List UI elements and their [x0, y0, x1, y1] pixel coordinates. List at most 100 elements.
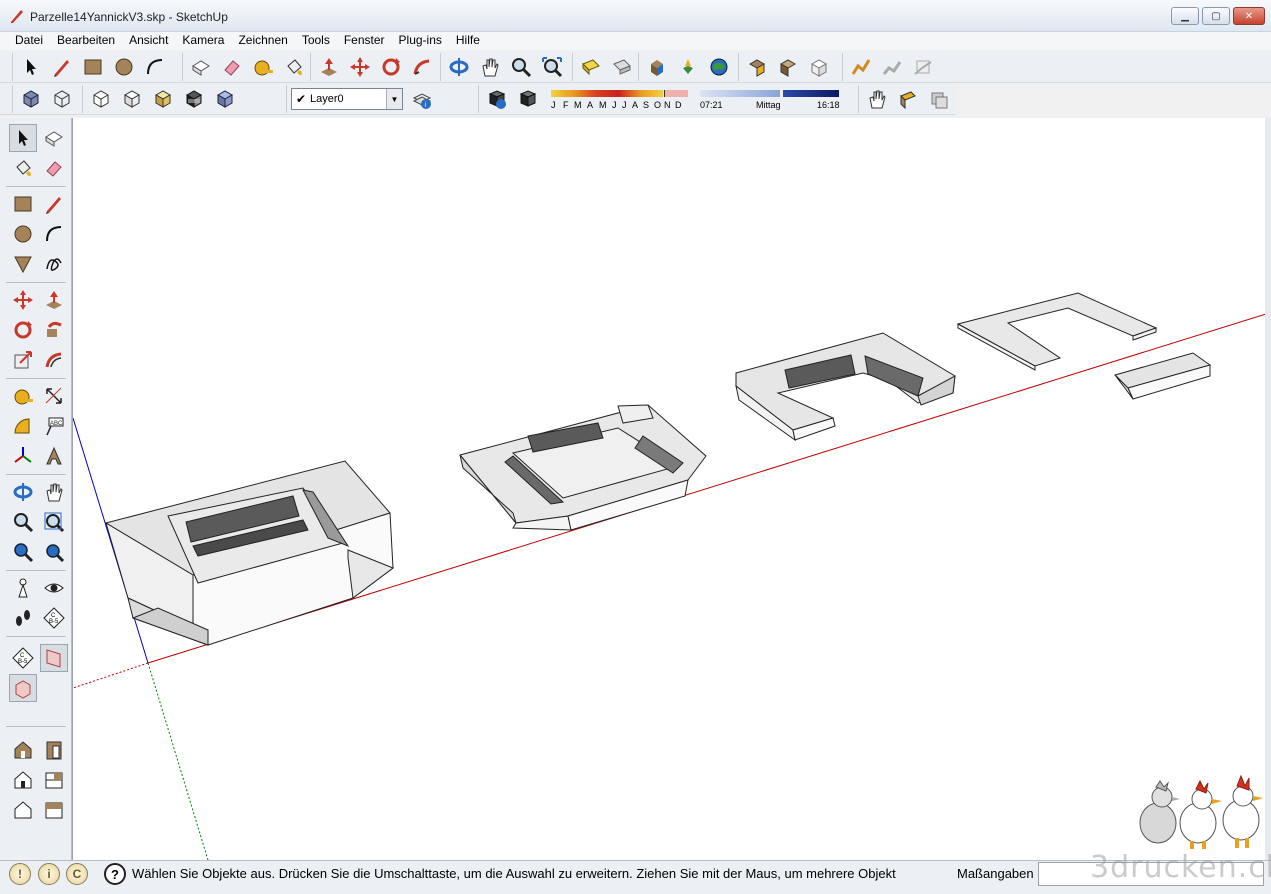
menu-ansicht[interactable]: Ansicht [122, 32, 175, 50]
credits-status-icon[interactable]: i [38, 863, 60, 885]
zoom-extents-button[interactable] [538, 53, 566, 81]
select-tool-button[interactable] [17, 53, 45, 81]
lb-text-button[interactable]: ABC [40, 412, 68, 440]
lb-offset-button[interactable] [40, 346, 68, 374]
place-model-button[interactable] [805, 53, 833, 81]
tape-measure-button[interactable] [249, 53, 277, 81]
time-slider-fill[interactable] [783, 90, 839, 97]
lb-zoom-window-button[interactable] [40, 508, 68, 536]
lb-rotate-button[interactable] [9, 316, 37, 344]
menu-zeichnen[interactable]: Zeichnen [231, 32, 294, 50]
lb-front-view-button[interactable] [9, 766, 37, 794]
lb-3d-text-button[interactable] [40, 442, 68, 470]
model-component-2[interactable] [459, 404, 707, 531]
lb-previous-view-button[interactable] [9, 538, 37, 566]
lb-move-button[interactable] [9, 286, 37, 314]
zoom-tool-button[interactable] [507, 53, 535, 81]
lb-top-view-button[interactable] [40, 766, 68, 794]
back-edges-button[interactable] [211, 85, 239, 113]
monochrome-button[interactable] [180, 85, 208, 113]
lb-look-around-button[interactable] [40, 574, 68, 602]
lb-arc-button[interactable] [40, 220, 68, 248]
lb-polygon-button[interactable] [9, 250, 37, 278]
paint-bucket-button[interactable] [280, 53, 308, 81]
lb-pencil-button[interactable] [40, 190, 68, 218]
menu-datei[interactable]: Datei [8, 32, 50, 50]
lb-display-section-planes-button[interactable] [40, 644, 68, 672]
maximize-button[interactable]: ▢ [1202, 7, 1230, 25]
share-model-button[interactable] [674, 53, 702, 81]
sandbox-button-a[interactable] [847, 53, 875, 81]
lb-pan-button[interactable] [40, 478, 68, 506]
orbit-tool-button[interactable] [445, 53, 473, 81]
shaded-button[interactable] [118, 85, 146, 113]
wireframe-button[interactable] [48, 85, 76, 113]
xray-button[interactable] [17, 85, 45, 113]
lb-section-button[interactable]: C B-5 [40, 604, 68, 632]
lb-make-component-button[interactable] [40, 124, 68, 152]
model-component-4[interactable] [956, 292, 1158, 371]
shadow-settings-button[interactable] [483, 85, 511, 113]
push-pull-button[interactable] [315, 53, 343, 81]
pencil-tool-button[interactable] [48, 53, 76, 81]
next-view-button[interactable] [608, 53, 636, 81]
date-slider-track[interactable] [551, 90, 663, 97]
lb-paint-bucket-button[interactable] [9, 154, 37, 182]
model-component-1[interactable] [104, 460, 395, 646]
lb-zoom-extents-button[interactable] [40, 538, 68, 566]
get-models-button[interactable] [643, 53, 671, 81]
lb-zoom-button[interactable] [9, 508, 37, 536]
rectangle-tool-button[interactable] [79, 53, 107, 81]
follow-me-button[interactable] [408, 53, 436, 81]
user-status-icon[interactable]: C [66, 863, 88, 885]
lb-right-view-button[interactable] [40, 736, 68, 764]
menu-tools[interactable]: Tools [295, 32, 337, 50]
close-button[interactable]: ✕ [1233, 7, 1265, 25]
minimize-button[interactable]: ▁ [1171, 7, 1199, 25]
lb-push-pull-button[interactable] [40, 286, 68, 314]
lb-scale-button[interactable] [9, 346, 37, 374]
previous-view-button[interactable] [577, 53, 605, 81]
lb-position-camera-button[interactable] [9, 574, 37, 602]
shadows-toggle-button[interactable] [514, 85, 542, 113]
make-component-button[interactable] [187, 53, 215, 81]
menu-bearbeiten[interactable]: Bearbeiten [50, 32, 122, 50]
model-viewport[interactable] [72, 118, 1266, 860]
sandbox-button-c[interactable] [909, 53, 937, 81]
model-component-3[interactable] [735, 332, 956, 442]
lb-back-view-button[interactable] [9, 796, 37, 824]
section-plane-button[interactable] [894, 85, 922, 113]
lb-orbit-button[interactable] [9, 478, 37, 506]
menu-fenster[interactable]: Fenster [337, 32, 392, 50]
toggle-terrain-button[interactable] [774, 53, 802, 81]
lb-display-section-cuts-button[interactable] [9, 674, 37, 702]
lb-select-button[interactable] [9, 124, 37, 152]
layer-dropdown[interactable]: ✔ Layer0 ▼ [291, 88, 403, 110]
lb-tape-measure-button[interactable] [9, 382, 37, 410]
eraser-tool-button[interactable] [218, 53, 246, 81]
lb-freehand-button[interactable] [40, 250, 68, 278]
lb-circle-button[interactable] [9, 220, 37, 248]
get-photo-texture-button[interactable] [743, 53, 771, 81]
model-component-5[interactable] [1114, 352, 1212, 400]
time-slider-track[interactable] [700, 90, 780, 97]
rotate-tool-button[interactable] [377, 53, 405, 81]
circle-tool-button[interactable] [110, 53, 138, 81]
lb-follow-me-button[interactable] [40, 316, 68, 344]
pan-tool-button[interactable] [476, 53, 504, 81]
move-tool-button[interactable] [346, 53, 374, 81]
dropdown-arrow-icon[interactable]: ▼ [386, 89, 402, 109]
lb-protractor-button[interactable] [9, 412, 37, 440]
arc-tool-button[interactable] [141, 53, 169, 81]
menu-hilfe[interactable]: Hilfe [449, 32, 487, 50]
shaded-textures-button[interactable] [149, 85, 177, 113]
lb-iso-view-button[interactable] [9, 736, 37, 764]
lb-dimension-button[interactable] [40, 382, 68, 410]
walk-button[interactable] [863, 85, 891, 113]
lb-walk-button[interactable] [9, 604, 37, 632]
hidden-line-button[interactable] [87, 85, 115, 113]
menu-kamera[interactable]: Kamera [175, 32, 231, 50]
sandbox-button-b[interactable] [878, 53, 906, 81]
lb-rectangle-button[interactable] [9, 190, 37, 218]
help-icon[interactable]: ? [104, 863, 126, 885]
